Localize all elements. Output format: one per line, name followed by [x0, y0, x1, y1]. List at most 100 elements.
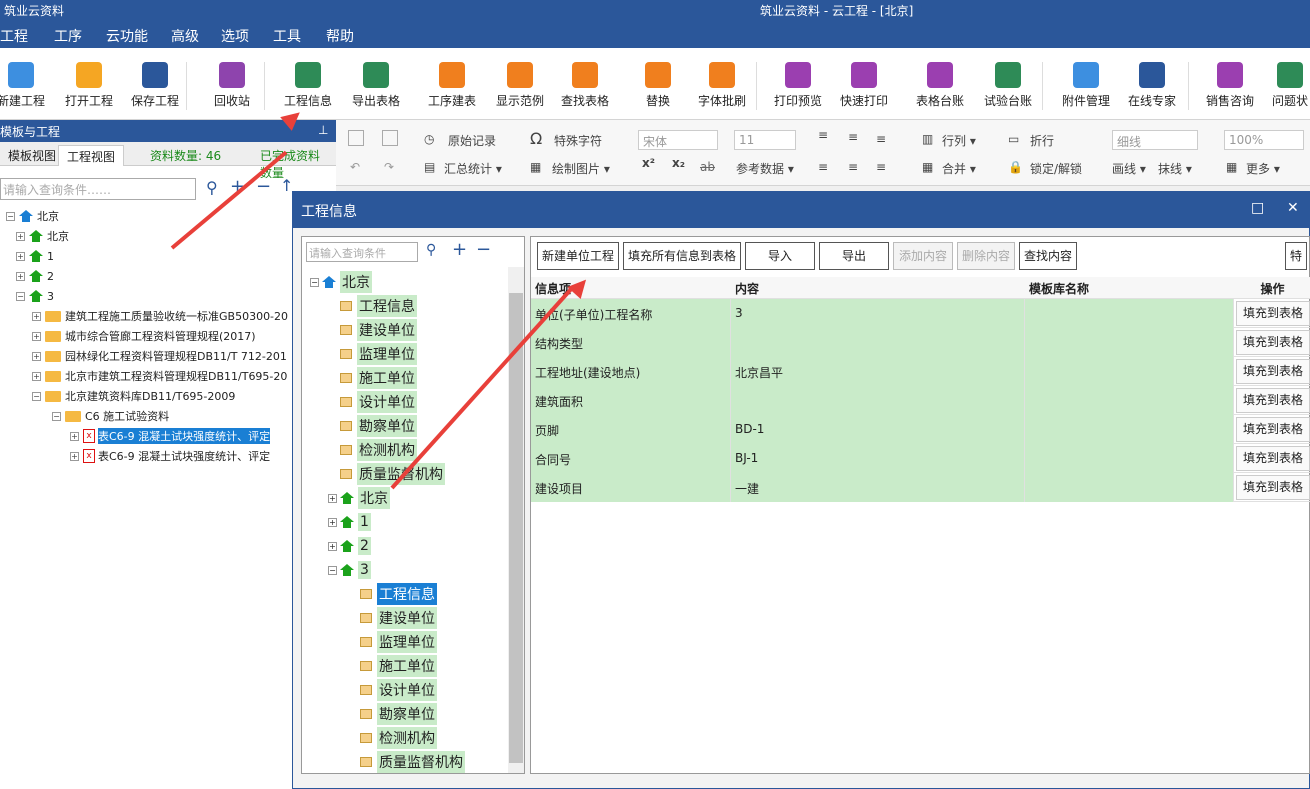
- column-header[interactable]: 内容: [731, 277, 1025, 299]
- add-icon[interactable]: +: [452, 239, 467, 260]
- dialog-tree-node[interactable]: −3: [328, 559, 371, 581]
- expert-button[interactable]: 在线专家: [1124, 62, 1180, 120]
- dialog-tree-node[interactable]: 检测机构: [340, 439, 417, 461]
- font-brush-button[interactable]: 字体批刷: [692, 62, 752, 120]
- expand-toggle-icon[interactable]: +: [32, 371, 41, 381]
- tree-node[interactable]: + 北京: [16, 226, 69, 246]
- dialog-tree-node[interactable]: − 北京: [310, 271, 372, 293]
- dialog-tree-node[interactable]: 施工单位: [360, 655, 437, 677]
- expand-toggle-icon[interactable]: +: [328, 517, 337, 527]
- dialog-tree-node[interactable]: 监理单位: [340, 343, 417, 365]
- cell-template[interactable]: [1025, 444, 1234, 473]
- fill-to-table-button[interactable]: 填充到表格: [1236, 330, 1310, 355]
- question-button[interactable]: 问题状: [1268, 62, 1310, 120]
- original-record-button[interactable]: 原始记录: [448, 132, 496, 149]
- new-unit-project-button[interactable]: 新建单位工程: [537, 242, 619, 270]
- cell-content[interactable]: 北京昌平: [731, 357, 1025, 386]
- dialog-tree-node[interactable]: 设计单位: [340, 391, 417, 413]
- paste-icon[interactable]: [382, 130, 398, 146]
- subscript-button[interactable]: x₂: [672, 156, 685, 170]
- dialog-tree-node[interactable]: 工程信息: [340, 295, 417, 317]
- dialog-tree-node[interactable]: 质量监督机构: [340, 463, 445, 485]
- tree-node[interactable]: +2: [16, 266, 54, 286]
- expand-toggle-icon[interactable]: −: [32, 391, 41, 401]
- erase-line-button[interactable]: 抹线 ▾: [1158, 160, 1192, 177]
- dialog-tree-node[interactable]: 设计单位: [360, 679, 437, 701]
- align-bottom-right-icon[interactable]: ≡: [876, 160, 886, 174]
- zoom-select[interactable]: 100%: [1224, 130, 1304, 150]
- fill-to-table-button[interactable]: 填充到表格: [1236, 388, 1310, 413]
- expand-toggle-icon[interactable]: +: [70, 431, 79, 441]
- close-icon[interactable]: ✕: [1287, 200, 1299, 216]
- expand-toggle-icon[interactable]: −: [52, 411, 61, 421]
- expand-toggle-icon[interactable]: −: [6, 211, 15, 221]
- align-bottom-center-icon[interactable]: ≡: [848, 160, 858, 174]
- menu-project[interactable]: 工程: [0, 26, 28, 46]
- new-doc-button[interactable]: 新建工程: [0, 62, 46, 120]
- import-button[interactable]: 导入: [745, 242, 815, 270]
- superscript-button[interactable]: x²: [642, 156, 655, 170]
- strike-button[interactable]: ab: [700, 160, 715, 174]
- tree-node[interactable]: + 北京市建筑工程资料管理规程DB11/T695-20: [32, 366, 287, 386]
- expand-toggle-icon[interactable]: +: [32, 351, 41, 361]
- fill-to-table-button[interactable]: 填充到表格: [1236, 301, 1310, 326]
- column-header[interactable]: 模板库名称: [1025, 277, 1234, 299]
- cell-content[interactable]: BD-1: [731, 415, 1025, 444]
- expand-toggle-icon[interactable]: +: [16, 251, 25, 261]
- headset-button[interactable]: 销售咨询: [1200, 62, 1260, 120]
- dialog-tree-node[interactable]: 施工单位: [340, 367, 417, 389]
- align-left-icon[interactable]: ≡: [818, 128, 828, 142]
- dialog-tree-node[interactable]: 监理单位: [360, 631, 437, 653]
- cell-content[interactable]: [731, 328, 1025, 357]
- dialog-tree-node[interactable]: +2: [328, 535, 371, 557]
- size-select[interactable]: 11: [734, 130, 796, 150]
- expand-toggle-icon[interactable]: −: [328, 565, 337, 575]
- draw-line-button[interactable]: 画线 ▾: [1112, 160, 1146, 177]
- fill-all-button[interactable]: 填充所有信息到表格: [623, 242, 741, 270]
- test-ledger-button[interactable]: 试验台账: [980, 62, 1036, 120]
- tree-node[interactable]: − C6 施工试验资料: [52, 406, 169, 426]
- fill-to-table-button[interactable]: 填充到表格: [1236, 417, 1310, 442]
- dialog-tree-node[interactable]: 勘察单位: [360, 703, 437, 725]
- more-button[interactable]: 更多 ▾: [1246, 160, 1280, 177]
- save-button[interactable]: 保存工程: [128, 62, 182, 120]
- dialog-tree-node[interactable]: 建设单位: [360, 607, 437, 629]
- align-center-icon[interactable]: ≡: [848, 130, 858, 144]
- menu-advanced[interactable]: 高级: [171, 26, 199, 46]
- cell-template[interactable]: [1025, 328, 1234, 357]
- copy-icon[interactable]: [348, 130, 364, 146]
- pin-icon[interactable]: ⊥: [318, 123, 328, 137]
- cell-template[interactable]: [1025, 415, 1234, 444]
- tree-node[interactable]: + 城市综合管廊工程资料管理规程(2017): [32, 326, 256, 346]
- dialog-tree-node[interactable]: +1: [328, 511, 371, 533]
- dialog-tree-node[interactable]: 勘察单位: [340, 415, 417, 437]
- cell-content[interactable]: [731, 386, 1025, 415]
- summary-button[interactable]: 汇总统计 ▾: [444, 160, 502, 177]
- dialog-tree-node[interactable]: 检测机构: [360, 727, 437, 749]
- fill-to-table-button[interactable]: 填充到表格: [1236, 475, 1310, 500]
- menu-tools[interactable]: 工具: [273, 26, 301, 46]
- expand-toggle-icon[interactable]: +: [70, 451, 79, 461]
- eye-button[interactable]: 打印预览: [770, 62, 826, 120]
- align-right-icon[interactable]: ≡: [876, 132, 886, 146]
- search-button[interactable]: 查找表格: [556, 62, 614, 120]
- column-header[interactable]: 操作: [1234, 277, 1310, 299]
- undo-icon[interactable]: ↶: [350, 160, 360, 174]
- dialog-search-input[interactable]: 请输入查询条件: [306, 242, 418, 262]
- tree-node[interactable]: +1: [16, 246, 54, 266]
- tab-template-view[interactable]: 模板视图: [0, 145, 64, 166]
- menu-options[interactable]: 选项: [221, 26, 249, 46]
- remove-icon[interactable]: −: [256, 176, 271, 197]
- draw-image-button[interactable]: 绘制图片 ▾: [552, 160, 610, 177]
- cell-template[interactable]: [1025, 386, 1234, 415]
- menu-help[interactable]: 帮助: [326, 26, 354, 46]
- expand-toggle-icon[interactable]: −: [310, 277, 319, 287]
- fill-to-table-button[interactable]: 填充到表格: [1236, 359, 1310, 384]
- tab-project-view[interactable]: 工程视图: [58, 145, 125, 166]
- folder-open-button[interactable]: 打开工程: [60, 62, 118, 120]
- cell-template[interactable]: [1025, 299, 1234, 328]
- expand-toggle-icon[interactable]: +: [16, 231, 25, 241]
- cell-content[interactable]: 一建: [731, 473, 1025, 502]
- menu-cloud[interactable]: 云功能: [106, 26, 148, 46]
- tree-node[interactable]: + x 表C6-9 混凝土试块强度统计、评定: [70, 426, 271, 446]
